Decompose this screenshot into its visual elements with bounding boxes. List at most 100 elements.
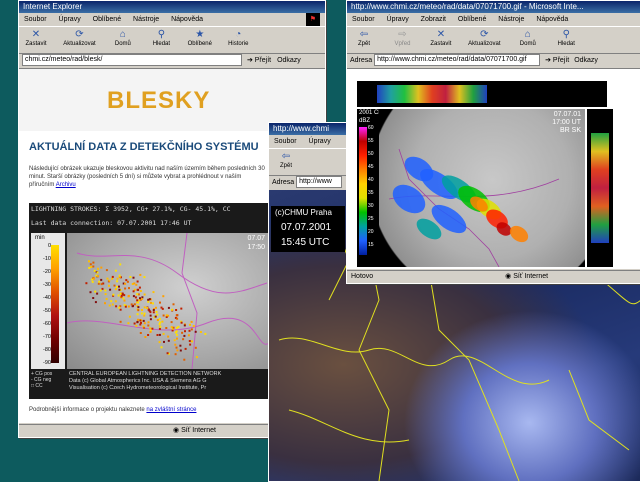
lightning-stroke — [129, 276, 132, 278]
refresh-button-right[interactable]: ⟳ Aktualizovat — [462, 28, 506, 47]
credits: CENTRAL EUROPEAN LIGHTNING DETECTION NET… — [69, 371, 269, 392]
radar-scale-label: 45 — [368, 164, 374, 170]
go-button-left[interactable]: ➔ Přejít — [247, 57, 271, 64]
lightning-stroke — [106, 277, 109, 280]
home-button-right[interactable]: ⌂ Domů — [511, 28, 545, 47]
back-button-middle[interactable]: ⇦ Zpět — [269, 150, 303, 169]
favorites-button[interactable]: ★ Oblíbené — [183, 28, 217, 47]
lightning-stroke — [131, 305, 134, 308]
toolbar-right: ⇦ Zpět ⇨ Vpřed ✕ Zastavit ⟳ Aktualizovat ⌂ Do… — [347, 26, 640, 54]
menu-bar-right: Soubor Úpravy Zobrazit Oblíbené Nástroje… — [347, 13, 640, 26]
radar-scale-label: 60 — [368, 125, 374, 131]
lightning-stroke — [138, 299, 141, 302]
lightning-stroke — [189, 323, 191, 326]
menu-item-edit[interactable]: Úpravy — [59, 16, 81, 23]
menu-item-file-middle[interactable]: Soubor — [274, 138, 297, 145]
lightning-stroke — [135, 283, 138, 286]
lightning-stroke — [99, 289, 102, 292]
scale-label: -80 — [43, 347, 51, 353]
lightning-stroke — [172, 326, 175, 329]
lightning-stroke — [175, 326, 178, 329]
lightning-stroke — [147, 321, 150, 324]
lightning-stroke — [161, 320, 164, 323]
menu-item-tools-right[interactable]: Nástroje — [498, 16, 524, 23]
lightning-stroke — [136, 301, 139, 304]
links-label-right[interactable]: Odkazy — [574, 57, 598, 64]
lightning-stroke — [139, 273, 142, 276]
lightning-header: LIGHTNING STROKES: Σ 3952, CG+ 27.1%, CG… — [31, 205, 231, 213]
lightning-stroke — [100, 278, 103, 281]
stop-button-right[interactable]: ✕ Zastavit — [424, 28, 458, 47]
links-label-left[interactable]: Odkazy — [277, 57, 301, 64]
lightning-stroke — [147, 308, 150, 311]
radar-scale-label: 20 — [368, 229, 374, 235]
lightning-stroke — [127, 305, 130, 308]
lightning-stroke — [132, 276, 135, 279]
address-input-right[interactable]: http://www.chmi.cz/meteo/rad/data/070717… — [374, 54, 541, 67]
menu-item-view-right[interactable]: Zobrazit — [421, 16, 446, 23]
lightning-stroke — [175, 333, 178, 336]
lightning-stroke — [149, 311, 152, 314]
stop-button[interactable]: ✕ Zastavit — [19, 28, 53, 47]
lightning-stroke — [97, 275, 100, 278]
radar-echo — [392, 184, 426, 214]
address-label-middle: Adresa — [272, 179, 295, 186]
lightning-stroke — [124, 282, 127, 285]
lightning-stroke — [159, 301, 161, 304]
lightning-stroke — [149, 330, 152, 333]
back-button[interactable]: ⇦ Zpět — [347, 28, 381, 47]
scale-label: -40 — [43, 295, 51, 301]
lightning-stroke — [111, 303, 114, 306]
lightning-stroke — [114, 269, 117, 272]
status-zone-right: Síť Internet — [513, 273, 549, 280]
menu-item-edit-right[interactable]: Úpravy — [387, 16, 409, 23]
home-button[interactable]: ⌂ Domů — [106, 28, 140, 47]
refresh-button[interactable]: ⟳ Aktualizovat — [57, 28, 101, 47]
lightning-stroke — [105, 297, 108, 300]
menu-item-favorites-right[interactable]: Oblíbené — [458, 16, 486, 23]
lightning-stroke — [152, 311, 155, 314]
menu-item-help-right[interactable]: Nápověda — [536, 16, 568, 23]
project-link[interactable]: na zvláštní stránce — [146, 407, 196, 413]
menu-item-edit-middle[interactable]: Úpravy — [309, 138, 331, 145]
search-button[interactable]: ⚲ Hledat — [144, 28, 178, 47]
lightning-stroke — [119, 320, 122, 323]
radar-scale — [359, 127, 367, 255]
menu-item-tools[interactable]: Nástroje — [133, 16, 159, 23]
archive-link[interactable]: Archivu — [56, 182, 76, 188]
lightning-stroke — [143, 276, 146, 279]
lightning-stroke — [108, 284, 110, 287]
search-icon: ⚲ — [157, 29, 166, 40]
lightning-stroke — [136, 313, 139, 316]
lightning-stroke — [97, 267, 99, 270]
lightning-stroke — [139, 297, 141, 300]
lightning-stroke — [152, 291, 155, 294]
go-button-right[interactable]: ➔ Přejít — [545, 57, 569, 64]
lightning-stroke — [137, 306, 140, 309]
menu-item-file-right[interactable]: Soubor — [352, 16, 375, 23]
lightning-stroke — [132, 295, 135, 298]
lightning-stroke — [118, 285, 120, 288]
search-button-right[interactable]: ⚲ Hledat — [549, 28, 583, 47]
window-title-right: http://www.chmi.cz/meteo/rad/data/070717… — [347, 1, 640, 13]
address-input-left[interactable]: chmi.cz/meteo/rad/blesk/ — [22, 54, 242, 67]
lightning-stroke — [110, 300, 113, 303]
lightning-stroke — [152, 309, 155, 311]
lightning-stroke — [100, 283, 103, 286]
lightning-stroke — [183, 358, 186, 361]
credit-line-2: Data (c) Global Atmospherics Inc. USA & … — [69, 378, 207, 384]
address-input-middle[interactable]: http://www — [296, 176, 343, 189]
menu-item-favorites[interactable]: Oblíbené — [93, 16, 121, 23]
lightning-stroke — [93, 277, 95, 280]
stop-icon: ✕ — [436, 29, 446, 40]
lightning-stroke — [163, 340, 165, 343]
lightning-stroke — [123, 299, 126, 302]
window-title-left: Internet Explorer — [19, 1, 325, 13]
forward-button[interactable]: ⇨ Vpřed — [385, 28, 419, 47]
history-button[interactable]: ◔ Historie — [221, 28, 255, 47]
radar-page: 2001 CHMU dBZ 60 55 50 45 40 35 30 25 20 15 07.07… — [347, 69, 640, 269]
terrain-area: 07.07 17:50 — [67, 233, 269, 369]
blesky-logo: BLESKY — [107, 87, 211, 114]
menu-item-file[interactable]: Soubor — [24, 16, 47, 23]
menu-item-help[interactable]: Nápověda — [171, 16, 203, 23]
